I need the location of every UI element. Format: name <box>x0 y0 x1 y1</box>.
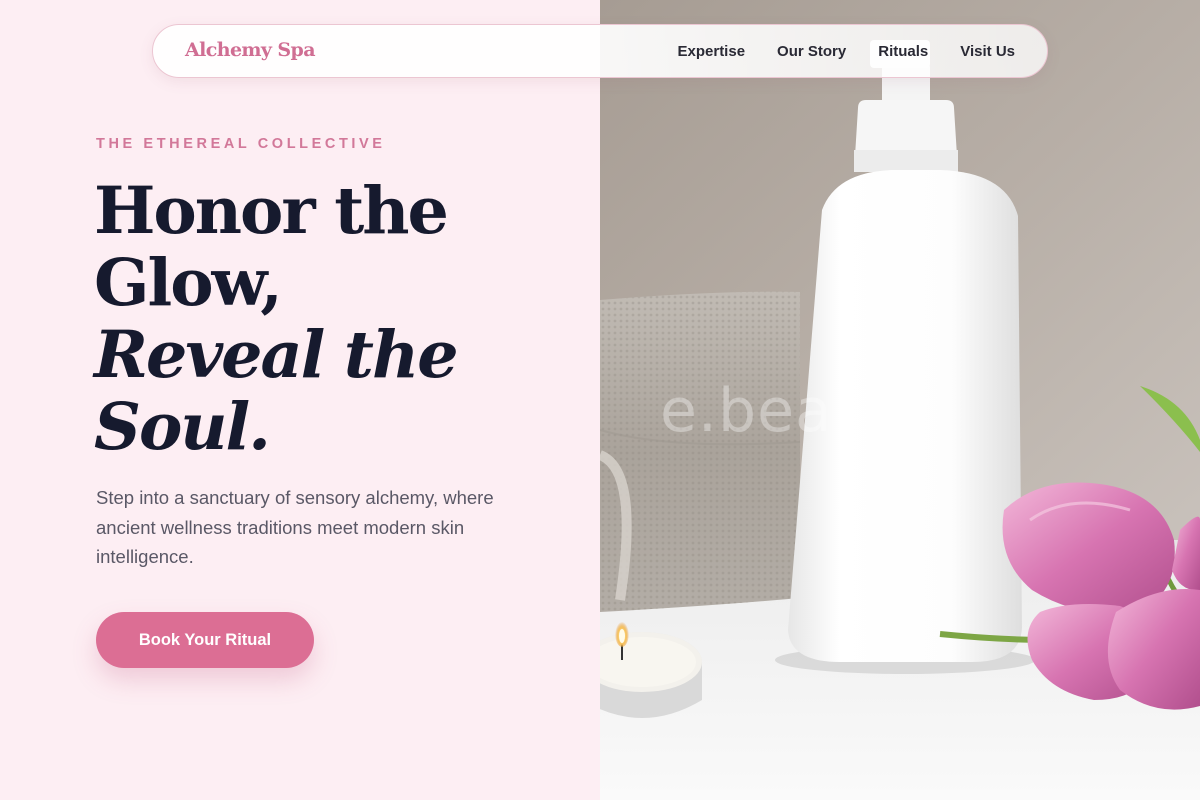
nav-link-visit-us[interactable]: Visit Us <box>960 43 1015 60</box>
top-navigation: Alchemy Spa Expertise Our Story Rituals … <box>152 24 1048 78</box>
hero-left-panel: THE ETHEREAL COLLECTIVE Honor the Glow, … <box>0 0 600 800</box>
nav-link-rituals[interactable]: Rituals <box>878 43 928 60</box>
headline-line-2: Glow, <box>94 245 283 321</box>
hero-image <box>600 0 1200 800</box>
nav-link-expertise[interactable]: Expertise <box>678 43 746 60</box>
brand-logo[interactable]: Alchemy Spa <box>185 39 316 61</box>
spa-still-life-illustration <box>600 0 1200 800</box>
nav-link-our-story[interactable]: Our Story <box>777 43 846 60</box>
headline-line-4: Soul. <box>94 389 271 465</box>
nav-links: Expertise Our Story Rituals Visit Us <box>678 43 1016 60</box>
hero-headline: Honor the Glow, Reveal the Soul. <box>94 175 564 463</box>
eyebrow-label: THE ETHEREAL COLLECTIVE <box>96 136 386 152</box>
headline-line-3: Reveal the <box>94 317 459 393</box>
headline-line-1: Honor the <box>94 173 449 249</box>
book-ritual-button[interactable]: Book Your Ritual <box>96 612 314 668</box>
hero-description: Step into a sanctuary of sensory alchemy… <box>96 487 494 567</box>
